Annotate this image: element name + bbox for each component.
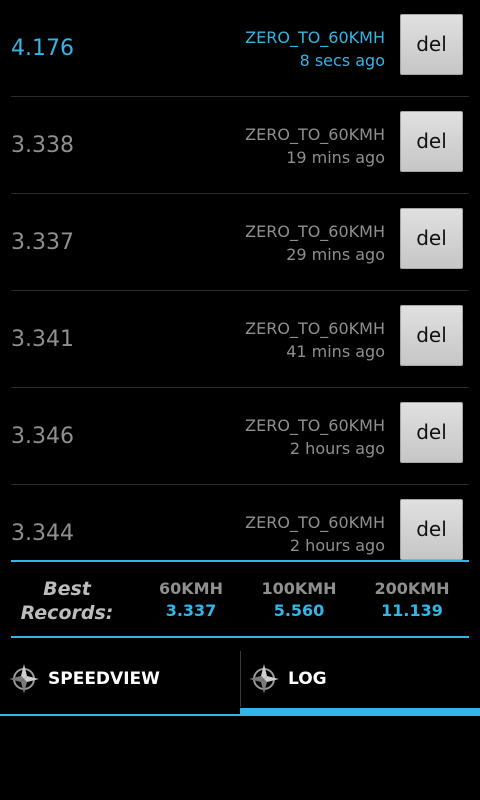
log-list[interactable]: 4.176 ZERO_TO_60KMH 8 secs ago del 3.338… <box>0 0 480 561</box>
record-time: 29 mins ago <box>286 245 385 264</box>
tab-label: LOG <box>288 669 327 689</box>
record-time: 2 hours ago <box>289 439 385 458</box>
record-value: 4.176 <box>11 36 74 61</box>
tab-log[interactable]: LOG <box>240 650 480 716</box>
delete-button[interactable]: del <box>400 402 463 463</box>
compass-icon <box>9 664 39 694</box>
tab-indicator <box>0 714 240 716</box>
delete-button[interactable]: del <box>400 499 463 560</box>
best-records-label: Best Records: <box>12 577 122 625</box>
tab-label: SPEEDVIEW <box>48 669 160 689</box>
record-column-100kmh: 100KMH 5.560 <box>244 578 354 622</box>
record-column-200kmh: 200KMH 11.139 <box>357 578 467 622</box>
best-label-line2: Records: <box>20 602 114 624</box>
best-label-line1: Best <box>43 578 91 600</box>
record-meta: ZERO_TO_60KMH 8 secs ago <box>245 26 385 72</box>
record-value: 3.338 <box>11 133 74 158</box>
log-row: 3.338 ZERO_TO_60KMH 19 mins ago del <box>0 97 480 194</box>
record-type: ZERO_TO_60KMH <box>245 513 385 532</box>
record-header: 60KMH <box>159 579 223 598</box>
record-meta: ZERO_TO_60KMH 29 mins ago <box>245 220 385 266</box>
compass-icon <box>249 664 279 694</box>
record-best-value: 5.560 <box>273 601 325 620</box>
tab-speedview[interactable]: SPEEDVIEW <box>0 650 240 716</box>
record-header: 100KMH <box>261 579 337 598</box>
delete-button[interactable]: del <box>400 208 463 269</box>
log-row: 3.337 ZERO_TO_60KMH 29 mins ago del <box>0 194 480 291</box>
record-value: 3.346 <box>11 424 74 449</box>
record-time: 2 hours ago <box>289 536 385 555</box>
record-type: ZERO_TO_60KMH <box>245 416 385 435</box>
record-meta: ZERO_TO_60KMH 2 hours ago <box>245 414 385 460</box>
tab-bar: SPEEDVIEW LOG <box>0 650 480 716</box>
log-row: 3.341 ZERO_TO_60KMH 41 mins ago del <box>0 291 480 388</box>
record-meta: ZERO_TO_60KMH 2 hours ago <box>245 511 385 557</box>
record-value: 3.344 <box>11 521 74 546</box>
log-row: 3.344 ZERO_TO_60KMH 2 hours ago del <box>0 485 480 561</box>
log-row: 4.176 ZERO_TO_60KMH 8 secs ago del <box>0 0 480 97</box>
record-meta: ZERO_TO_60KMH 41 mins ago <box>245 317 385 363</box>
record-time: 41 mins ago <box>286 342 385 361</box>
log-row: 3.346 ZERO_TO_60KMH 2 hours ago del <box>0 388 480 485</box>
record-value: 3.341 <box>11 327 74 352</box>
record-type: ZERO_TO_60KMH <box>245 28 385 47</box>
record-header: 200KMH <box>374 579 450 598</box>
record-time: 19 mins ago <box>286 148 385 167</box>
record-best-value: 3.337 <box>165 601 217 620</box>
best-records-panel: Best Records: 60KMH 3.337 100KMH 5.560 2… <box>0 562 480 637</box>
record-type: ZERO_TO_60KMH <box>245 319 385 338</box>
record-meta: ZERO_TO_60KMH 19 mins ago <box>245 123 385 169</box>
record-best-value: 11.139 <box>381 601 443 620</box>
record-time: 8 secs ago <box>299 51 385 70</box>
record-type: ZERO_TO_60KMH <box>245 222 385 241</box>
delete-button[interactable]: del <box>400 111 463 172</box>
record-type: ZERO_TO_60KMH <box>245 125 385 144</box>
delete-button[interactable]: del <box>400 305 463 366</box>
tab-indicator-selected <box>240 708 480 716</box>
records-divider <box>11 636 469 638</box>
record-column-60kmh: 60KMH 3.337 <box>136 578 246 622</box>
delete-button[interactable]: del <box>400 14 463 75</box>
record-value: 3.337 <box>11 230 74 255</box>
